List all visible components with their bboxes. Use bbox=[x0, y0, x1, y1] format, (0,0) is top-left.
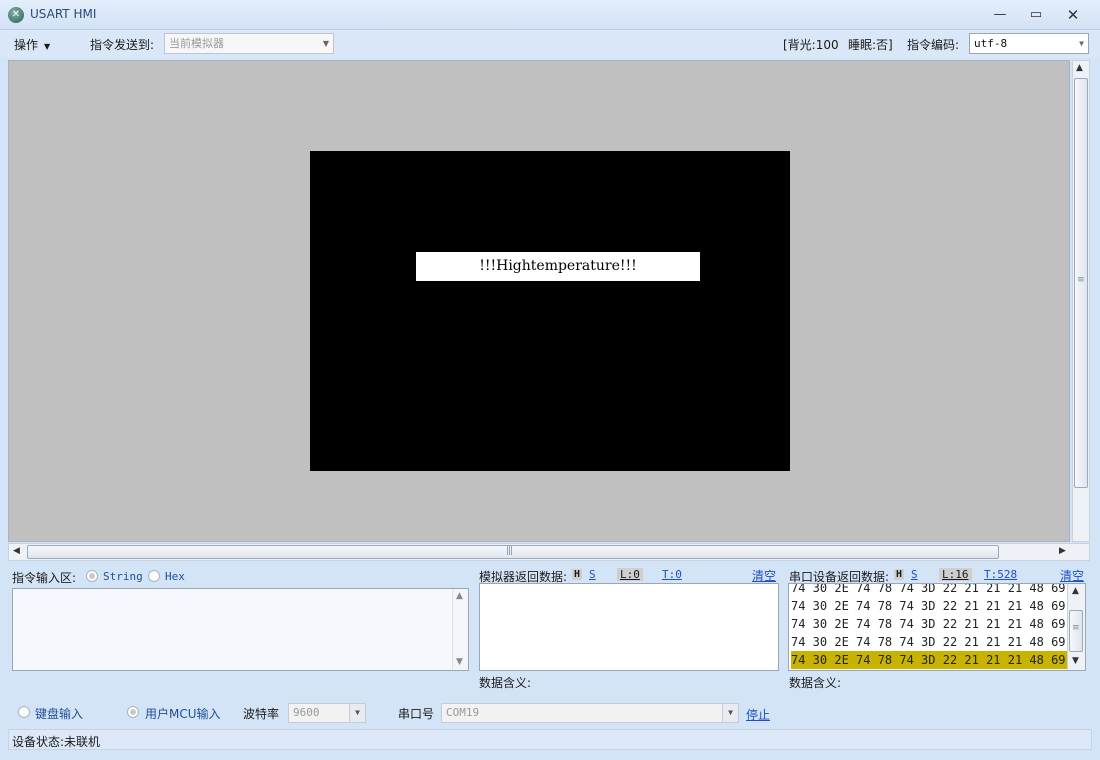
scrollbar-thumb[interactable]: ≡ bbox=[1074, 78, 1088, 488]
scrollbar-thumb[interactable]: ||| bbox=[27, 545, 999, 559]
chevron-down-icon: ▼ bbox=[722, 704, 738, 722]
dev-total[interactable]: T:528 bbox=[984, 568, 1017, 581]
hmi-screen[interactable]: !!!Hightemperature!!! bbox=[310, 151, 790, 471]
simulator-return-output[interactable] bbox=[479, 583, 779, 671]
window-title: USART HMI bbox=[30, 7, 97, 21]
title-bar: ✕ USART HMI — ▭ ✕ bbox=[0, 0, 1100, 30]
hex-line[interactable]: 74 30 2E 74 78 74 3D 22 21 21 21 48 69 bbox=[791, 597, 1067, 615]
sim-clear-button[interactable]: 清空 bbox=[752, 567, 776, 584]
encoding-label: 指令编码: bbox=[907, 38, 960, 52]
canvas-horizontal-scrollbar[interactable]: ◀ ||| ▶ bbox=[8, 543, 1090, 561]
operations-menu-label: 操作 bbox=[14, 38, 39, 52]
dev-hex-toggle[interactable]: H bbox=[894, 569, 905, 580]
device-status: 设备状态:未联机 bbox=[12, 735, 101, 749]
scroll-down-icon[interactable]: ▼ bbox=[456, 657, 463, 667]
chevron-down-icon: ▼ bbox=[44, 42, 51, 51]
sim-string-toggle[interactable]: S bbox=[589, 568, 596, 581]
operations-menu[interactable]: 操作 ▼ bbox=[14, 36, 50, 53]
close-button[interactable]: ✕ bbox=[1059, 5, 1087, 25]
usart-hmi-logo-icon: ✕ bbox=[8, 7, 24, 23]
string-mode-radio[interactable] bbox=[86, 570, 98, 582]
hex-line[interactable]: 74 30 2E 74 78 74 3D 22 21 21 21 48 69 bbox=[791, 584, 1067, 597]
sim-hex-toggle[interactable]: H bbox=[572, 569, 583, 580]
grip-icon: ≡ bbox=[1077, 275, 1084, 285]
sim-total[interactable]: T:0 bbox=[662, 568, 682, 581]
canvas-vertical-scrollbar[interactable]: ▲ ≡ ▼ bbox=[1072, 60, 1090, 557]
encoding-value: utf-8 bbox=[974, 37, 1008, 50]
sim-length: L:0 bbox=[617, 568, 643, 581]
device-return-output[interactable]: 74 30 2E 74 78 74 3D 22 21 21 21 48 69 7… bbox=[788, 583, 1086, 671]
grip-icon: ≡ bbox=[1072, 623, 1079, 633]
baud-rate-value: 9600 bbox=[293, 706, 320, 719]
port-label: 串口号 bbox=[398, 707, 435, 721]
maximize-button[interactable]: ▭ bbox=[1022, 5, 1050, 25]
send-to-select[interactable]: 当前模拟器 ▼ bbox=[164, 33, 334, 54]
sleep-status: 睡眠:否] bbox=[848, 38, 893, 52]
command-input-scrollbar[interactable]: ▲ ▼ bbox=[452, 589, 468, 670]
port-value: COM19 bbox=[446, 706, 480, 719]
mcu-input-label[interactable]: 用户MCU输入 bbox=[145, 705, 221, 722]
hmi-text-label[interactable]: !!!Hightemperature!!! bbox=[416, 252, 700, 281]
command-input-title: 指令输入区: bbox=[12, 571, 77, 585]
baud-rate-label: 波特率 bbox=[243, 707, 280, 721]
hex-line[interactable]: 74 30 2E 74 78 74 3D 22 21 21 21 48 69 bbox=[791, 633, 1067, 651]
send-to-value: 当前模拟器 bbox=[169, 37, 224, 50]
scroll-up-icon[interactable]: ▲ bbox=[456, 591, 463, 601]
scrollbar-thumb[interactable]: ≡ bbox=[1069, 610, 1083, 652]
status-bar: 设备状态:未联机 bbox=[8, 729, 1092, 750]
command-input[interactable]: ▲ ▼ bbox=[12, 588, 469, 671]
grip-icon: ||| bbox=[506, 546, 513, 556]
scroll-left-icon[interactable]: ◀ bbox=[13, 546, 20, 556]
dev-length: L:16 bbox=[939, 568, 972, 581]
hex-mode-label[interactable]: Hex bbox=[165, 570, 185, 583]
chevron-down-icon: ▼ bbox=[349, 704, 365, 722]
chevron-down-icon: ▼ bbox=[1079, 39, 1084, 48]
backlight-status: [背光:100 bbox=[783, 38, 839, 52]
hex-mode-radio[interactable] bbox=[148, 570, 160, 582]
encoding-select[interactable]: utf-8 ▼ bbox=[969, 33, 1089, 54]
keyboard-input-radio[interactable] bbox=[18, 706, 30, 718]
scroll-down-icon[interactable]: ▼ bbox=[1072, 656, 1079, 666]
send-to-label: 指令发送到: bbox=[90, 38, 155, 52]
device-output-scrollbar[interactable]: ▲ ≡ ▼ bbox=[1067, 584, 1085, 670]
minimize-button[interactable]: — bbox=[986, 5, 1014, 25]
keyboard-input-label[interactable]: 键盘输入 bbox=[35, 705, 83, 722]
dev-data-meaning-label: 数据含义: bbox=[789, 676, 842, 690]
sim-data-meaning-label: 数据含义: bbox=[479, 676, 532, 690]
string-mode-label[interactable]: String bbox=[103, 570, 143, 583]
scroll-up-icon[interactable]: ▲ bbox=[1076, 63, 1083, 73]
simulator-canvas[interactable]: !!!Hightemperature!!! bbox=[8, 60, 1070, 542]
dev-string-toggle[interactable]: S bbox=[911, 568, 918, 581]
scroll-up-icon[interactable]: ▲ bbox=[1072, 586, 1079, 596]
hex-line[interactable]: 74 30 2E 74 78 74 3D 22 21 21 21 48 69 bbox=[791, 615, 1067, 633]
baud-rate-select[interactable]: 9600 ▼ bbox=[288, 703, 366, 723]
chevron-down-icon: ▼ bbox=[322, 39, 329, 48]
stop-button[interactable]: 停止 bbox=[746, 706, 770, 723]
scroll-right-icon[interactable]: ▶ bbox=[1059, 546, 1066, 556]
mcu-input-radio[interactable] bbox=[127, 706, 139, 718]
hex-line-selected[interactable]: 74 30 2E 74 78 74 3D 22 21 21 21 48 69 bbox=[791, 651, 1067, 669]
port-select[interactable]: COM19 ▼ bbox=[441, 703, 739, 723]
dev-clear-button[interactable]: 清空 bbox=[1060, 567, 1084, 584]
